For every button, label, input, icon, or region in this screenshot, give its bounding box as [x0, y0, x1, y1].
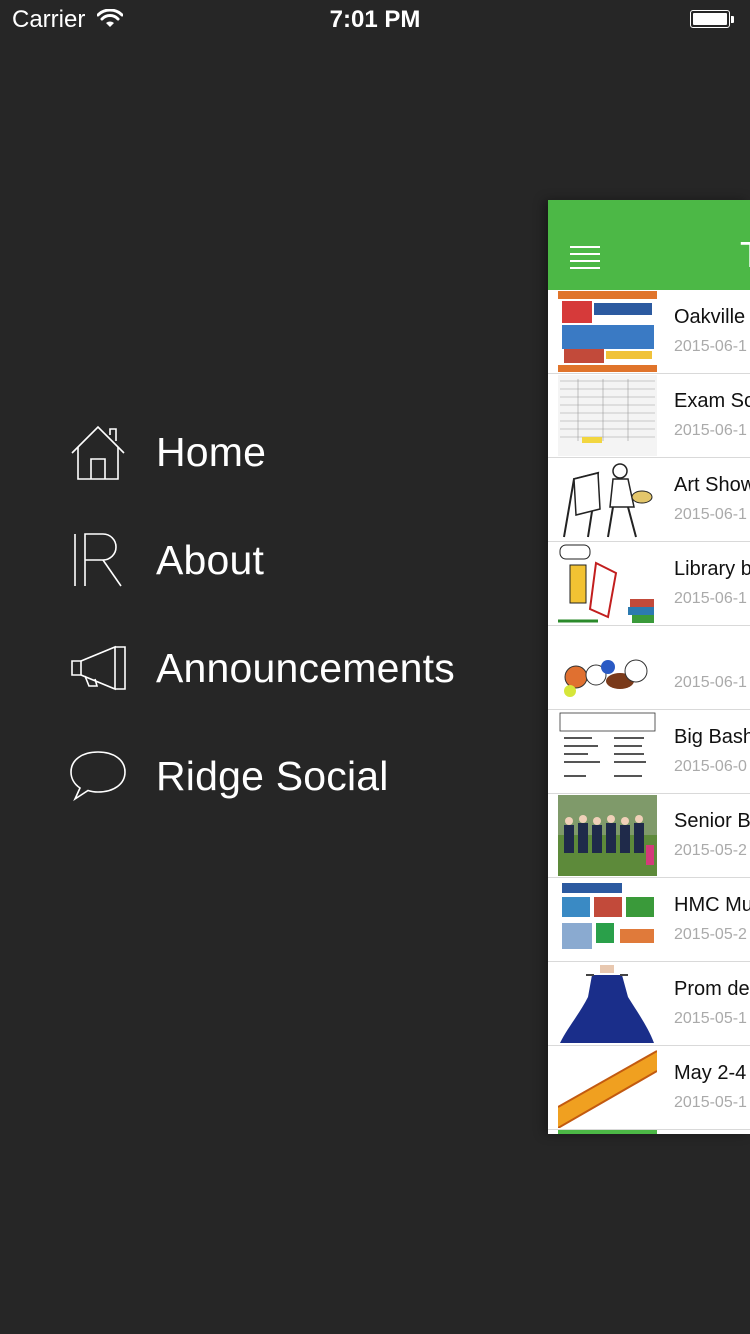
may-weekend-thumbnail [558, 1047, 657, 1128]
row-title: Exam Sc [674, 390, 750, 412]
speech-bubble-icon [68, 746, 128, 806]
row-date: 2015-06-0 [674, 758, 747, 775]
main-panel[interactable]: T Oakville 2015-06-1 [548, 200, 750, 1134]
row-title: Prom de [674, 978, 750, 1000]
next-item-edge [558, 1130, 657, 1134]
row-date: 2015-05-1 [674, 1094, 747, 1111]
list-item[interactable]: HMC Mu 2015-05-2 [548, 878, 750, 962]
hmc-poster-thumbnail [558, 879, 657, 960]
list-item[interactable]: 2015-06-1 [548, 626, 750, 710]
row-date: 2015-05-1 [674, 1010, 747, 1027]
hamburger-menu-icon[interactable] [570, 246, 600, 269]
exam-schedule-thumbnail [558, 375, 657, 456]
list-item[interactable]: Exam Sc 2015-06-1 [548, 374, 750, 458]
row-date: 2015-06-1 [674, 590, 747, 607]
status-bar: Carrier 7:01 PM [0, 0, 750, 40]
team-photo-thumbnail [558, 795, 657, 876]
menu-label-announcements: Announcements [156, 644, 455, 691]
announcement-list: Oakville 2015-06-1 Exam Sc 2015-06-1 Art… [548, 290, 750, 1130]
row-title: Art Show [674, 474, 750, 496]
menu-item-ridge-social[interactable]: Ridge Social [68, 746, 508, 806]
list-item[interactable]: May 2-4 2015-05-1 [548, 1046, 750, 1130]
row-title: May 2-4 [674, 1062, 747, 1084]
ribfest-thumbnail [558, 291, 657, 372]
menu-item-announcements[interactable]: Announcements [68, 638, 508, 698]
row-title: Senior B [674, 810, 750, 832]
row-title: Oakville [674, 306, 746, 328]
painter-thumbnail [558, 459, 657, 540]
row-date: 2015-05-2 [674, 926, 747, 943]
row-date: 2015-05-2 [674, 842, 747, 859]
row-title: HMC Mu [674, 894, 750, 916]
list-item[interactable]: Senior B 2015-05-2 [548, 794, 750, 878]
status-time: 7:01 PM [329, 6, 421, 33]
menu-item-home[interactable]: Home [68, 422, 508, 482]
sports-balls-thumbnail [558, 627, 657, 708]
home-icon [68, 422, 128, 482]
row-title: Library b [674, 558, 750, 580]
list-item[interactable]: Library b 2015-06-1 [548, 542, 750, 626]
menu-label-ridge-social: Ridge Social [156, 752, 389, 799]
library-thumbnail [558, 543, 657, 624]
list-item[interactable]: Big Bash 2015-06-0 [548, 710, 750, 794]
row-date: 2015-06-1 [674, 506, 747, 523]
menu-label-home: Home [156, 428, 267, 475]
logo-ir-icon [68, 530, 128, 590]
row-date: 2015-06-1 [674, 674, 747, 691]
row-title: Big Bash [674, 726, 750, 748]
row-date: 2015-06-1 [674, 338, 747, 355]
list-item[interactable]: Art Show 2015-06-1 [548, 458, 750, 542]
nav-bar: T [548, 200, 750, 290]
battery-icon [690, 10, 734, 30]
nav-title: T [740, 234, 750, 276]
social-schedule-thumbnail [558, 711, 657, 792]
row-date: 2015-06-1 [674, 422, 747, 439]
megaphone-icon [68, 638, 128, 698]
list-item[interactable]: Oakville 2015-06-1 [548, 290, 750, 374]
menu-label-about: About [156, 536, 265, 583]
list-item[interactable]: Prom de 2015-05-1 [548, 962, 750, 1046]
menu-item-about[interactable]: About [68, 530, 508, 590]
prom-dress-thumbnail [558, 963, 657, 1044]
